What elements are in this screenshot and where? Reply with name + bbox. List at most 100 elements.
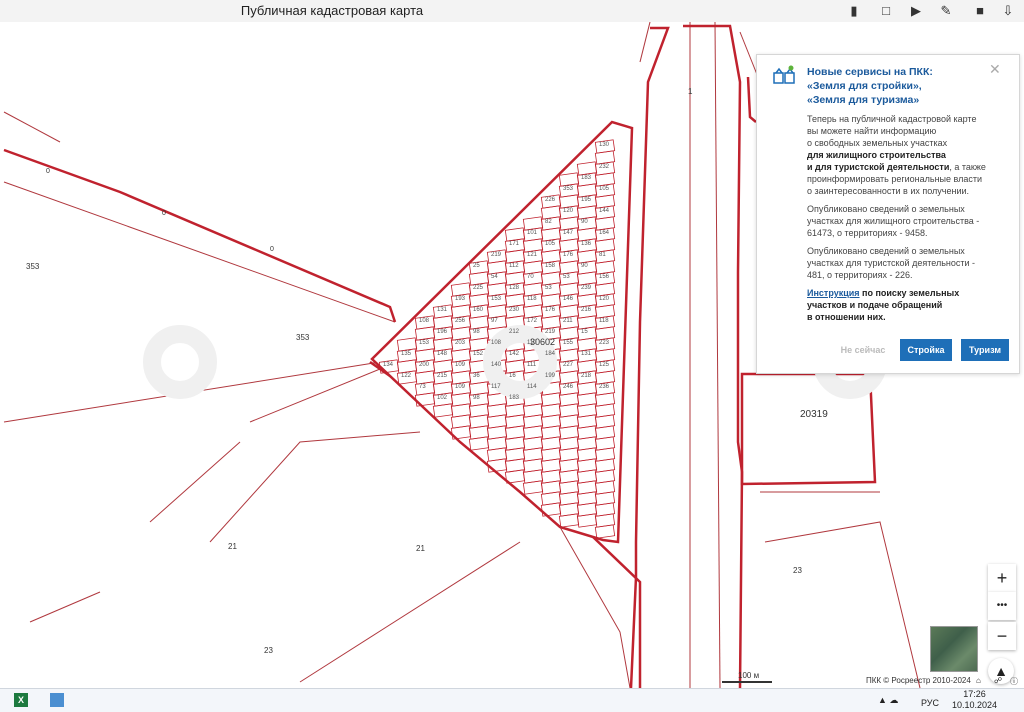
scale-label: 100 м bbox=[738, 671, 760, 680]
parcel-number: 160 bbox=[473, 307, 484, 313]
parcel-number: 211 bbox=[563, 318, 573, 324]
parcel-number: 199 bbox=[545, 373, 556, 379]
parcel-number: 118 bbox=[599, 318, 609, 324]
bookmark-icon[interactable]: ▮ bbox=[846, 3, 862, 19]
download-icon[interactable]: ⇩ bbox=[1000, 3, 1016, 19]
parcel-number: 108 bbox=[419, 318, 430, 324]
popup-text-line: участках для жилищного строительства - bbox=[807, 216, 980, 226]
parcel-number: 215 bbox=[437, 373, 448, 379]
parcel-number: 112 bbox=[509, 263, 519, 269]
parcel-number: 105 bbox=[599, 186, 610, 192]
parcel-number: 120 bbox=[599, 296, 610, 302]
popup-text-line: проинформировать региональные власти bbox=[807, 174, 982, 184]
parcel-number: 108 bbox=[491, 340, 502, 346]
parcel-number: 130 bbox=[599, 142, 610, 148]
parcel-number: 183 bbox=[581, 175, 592, 181]
window-titlebar: Публичная кадастровая карта ▮ □ ▶ ✎ ■ ⇩ bbox=[0, 0, 1024, 23]
clock-time: 17:26 bbox=[963, 689, 986, 699]
account-icon[interactable]: ■ bbox=[972, 3, 988, 19]
parcel-number: 158 bbox=[545, 263, 556, 269]
popup-text-line: участках для туристской деятельности - bbox=[807, 258, 976, 268]
basemap-thumbnail[interactable] bbox=[930, 626, 978, 672]
window-title: Публичная кадастровая карта bbox=[240, 3, 424, 18]
popup-paragraph: Теперь на публичной кадастровой карте вы… bbox=[807, 113, 1007, 197]
cadastral-map[interactable]: 30602 20319 1 353 353 21 21 23 23 0 0 0 … bbox=[0, 22, 1024, 688]
parcel-number: 111 bbox=[527, 362, 537, 368]
parcel-number: 176 bbox=[563, 252, 574, 258]
popup-text: по поиску земельных bbox=[859, 288, 960, 298]
parcel-number: 105 bbox=[545, 241, 556, 247]
small-label: 0 bbox=[162, 210, 166, 217]
parcel-number: 225 bbox=[473, 285, 484, 291]
popup-text-line: вы можете найти информацию bbox=[807, 126, 937, 136]
not-now-button[interactable]: Не сейчас bbox=[831, 339, 895, 361]
zone-label: 23 bbox=[264, 646, 273, 655]
parcel-number: 136 bbox=[581, 241, 592, 247]
parcel-number: 155 bbox=[563, 340, 574, 346]
link-icon[interactable]: ☍ bbox=[994, 676, 1002, 685]
extensions-icon[interactable]: ✎ bbox=[938, 3, 954, 19]
parcel-number: 148 bbox=[437, 351, 448, 357]
parcel-number: 109 bbox=[455, 362, 466, 368]
parcel-number: 195 bbox=[581, 197, 592, 203]
parcel-number: 120 bbox=[563, 208, 574, 214]
tourism-button[interactable]: Туризм bbox=[961, 339, 1009, 361]
popup-title: Новые сервисы на ПКК: «Земля для стройки… bbox=[807, 65, 997, 107]
parcel-number: 16 bbox=[509, 373, 516, 379]
language-indicator[interactable]: РУС bbox=[921, 698, 939, 708]
parcel-number: 109 bbox=[455, 384, 466, 390]
parcel-number: 15 bbox=[581, 329, 588, 335]
popup-text-line: о свободных земельных участках bbox=[807, 138, 948, 148]
parcel-number: 156 bbox=[599, 274, 610, 280]
popup-paragraph: Опубликовано сведений о земельных участк… bbox=[807, 203, 1007, 239]
zoom-out-button[interactable]: − bbox=[988, 622, 1016, 650]
popup-text-line: Теперь на публичной кадастровой карте bbox=[807, 114, 977, 124]
parcel-number: 82 bbox=[545, 219, 552, 225]
parcel-number: 219 bbox=[491, 252, 502, 258]
parcel-number: 131 bbox=[581, 351, 592, 357]
popup-text-bold: для жилищного строительства bbox=[807, 150, 946, 160]
parcel-number: 98 bbox=[473, 395, 480, 401]
small-label: 0 bbox=[270, 246, 274, 253]
popup-paragraph: Опубликовано сведений о земельных участк… bbox=[807, 245, 1007, 281]
share-icon[interactable]: □ bbox=[878, 3, 894, 19]
parcel-number: 70 bbox=[527, 274, 534, 280]
parcel-number: 53 bbox=[563, 274, 570, 280]
popup-title-line: Новые сервисы на ПКК: bbox=[807, 66, 933, 78]
info-icon[interactable]: ⓘ bbox=[1010, 676, 1018, 687]
parcel-number: 114 bbox=[527, 384, 537, 390]
parcel-number: 183 bbox=[509, 395, 520, 401]
zone-label: 353 bbox=[296, 333, 310, 342]
tray-icons[interactable]: ▲ ☁ bbox=[878, 695, 898, 706]
instruction-link[interactable]: Инструкция bbox=[807, 288, 860, 298]
popup-text-line: Опубликовано сведений о земельных bbox=[807, 204, 965, 214]
zoom-in-button[interactable]: + bbox=[988, 564, 1016, 592]
news-popup: Новые сервисы на ПКК: «Земля для стройки… bbox=[756, 54, 1020, 374]
scale-line bbox=[722, 681, 772, 683]
parcel-number: 121 bbox=[527, 252, 538, 258]
close-icon[interactable]: ✕ bbox=[989, 61, 1001, 78]
clock[interactable]: 17:26 10.10.2024 bbox=[952, 689, 997, 711]
parcel-number: 218 bbox=[581, 373, 592, 379]
parcel-number: 53 bbox=[545, 285, 552, 291]
excel-icon[interactable]: X bbox=[14, 693, 28, 707]
popup-text-line: в отношении них. bbox=[807, 312, 886, 322]
parcel-number: 118 bbox=[527, 296, 537, 302]
popup-text-line: о заинтересованности в их получении. bbox=[807, 186, 970, 196]
parcel-number: 239 bbox=[581, 285, 592, 291]
parcel-number: 353 bbox=[563, 186, 574, 192]
media-play-icon[interactable]: ▶ bbox=[908, 3, 924, 19]
popup-title-line: «Земля для туризма» bbox=[807, 94, 920, 106]
parcel-number: 200 bbox=[419, 362, 430, 368]
calculator-icon[interactable] bbox=[50, 693, 64, 707]
home-icon[interactable]: ⌂ bbox=[976, 676, 981, 685]
popup-text-line: 481, о территориях - 226. bbox=[807, 270, 913, 280]
popup-text-bold: и для туристской деятельности bbox=[807, 162, 950, 172]
build-button[interactable]: Стройка bbox=[900, 339, 952, 361]
pkk-logo-icon bbox=[773, 65, 795, 84]
parcel-number: 226 bbox=[545, 197, 556, 203]
more-button[interactable]: ••• bbox=[988, 592, 1016, 620]
parcel-number: 54 bbox=[491, 274, 498, 280]
popup-text: , а также bbox=[949, 162, 986, 172]
parcel-number: 172 bbox=[527, 318, 538, 324]
